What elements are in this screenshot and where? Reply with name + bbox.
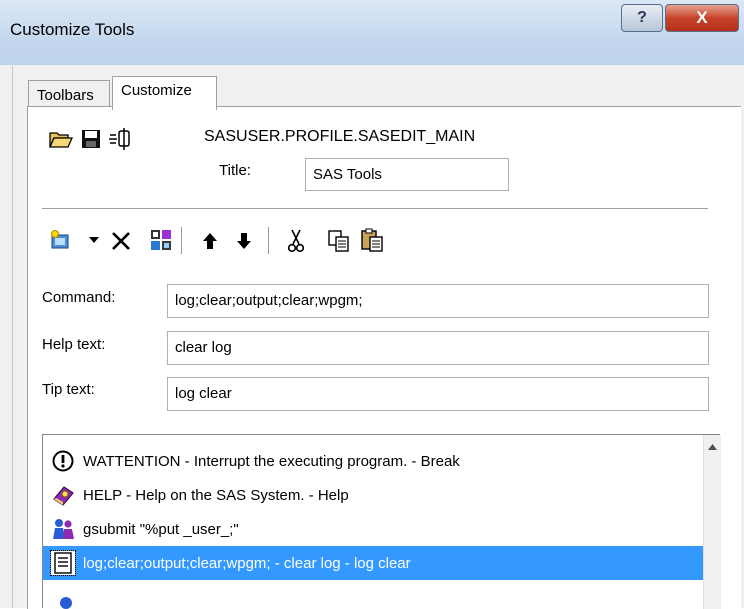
save-icon[interactable] [80, 128, 102, 150]
tools-listbox[interactable]: WATTENTION - Interrupt the executing pro… [42, 434, 721, 609]
chevron-down-icon[interactable] [87, 232, 101, 248]
list-item-label: gsubmit "%put _user_;" [83, 520, 239, 538]
help-text-field[interactable]: clear log [167, 331, 709, 365]
tab-customize[interactable]: Customize [112, 76, 217, 110]
help-button[interactable]: ? [621, 4, 663, 32]
paste-icon[interactable] [359, 227, 385, 253]
icon-palette-icon[interactable] [149, 228, 173, 252]
copy-icon[interactable] [327, 229, 351, 253]
command-field[interactable]: log;clear;output;clear;wpgm; [167, 284, 709, 318]
help-text-label: Help text: [42, 336, 106, 353]
vertical-scrollbar[interactable] [703, 435, 721, 609]
title-label: Title: [219, 162, 251, 179]
list-item-label: log;clear;output;clear;wpgm; - clear log… [83, 554, 411, 572]
tab-toolbars[interactable]: Toolbars [28, 80, 110, 108]
catalog-path: SASUSER.PROFILE.SASEDIT_MAIN [204, 128, 476, 145]
list-item-selected[interactable]: log;clear;output;clear;wpgm; - clear log… [43, 546, 703, 580]
tip-text-field[interactable]: log clear [167, 377, 709, 411]
list-item[interactable]: HELP - Help on the SAS System. - Help [43, 478, 703, 512]
list-item-label: HELP - Help on the SAS System. - Help [83, 486, 349, 504]
list-item-partial[interactable] [55, 585, 77, 609]
open-folder-icon[interactable] [49, 128, 73, 150]
document-icon [50, 550, 76, 576]
list-item[interactable]: WATTENTION - Interrupt the executing pro… [43, 444, 703, 478]
list-item-label: WATTENTION - Interrupt the executing pro… [83, 452, 460, 470]
add-tool-icon[interactable] [48, 228, 72, 252]
cut-icon[interactable] [285, 228, 307, 254]
move-down-icon[interactable] [233, 229, 255, 253]
toolbar-separator [268, 227, 269, 254]
command-label: Command: [42, 289, 116, 306]
help-book-icon [51, 483, 75, 507]
tip-text-label: Tip text: [42, 381, 95, 398]
toolbar-separator [181, 227, 182, 254]
move-up-icon[interactable] [199, 229, 221, 253]
list-item[interactable]: gsubmit "%put _user_;" [43, 512, 703, 546]
dialog-title: Customize Tools [10, 20, 135, 39]
users-icon [51, 517, 75, 541]
attention-icon [51, 449, 75, 473]
section-divider [42, 208, 708, 209]
scroll-up-icon[interactable] [706, 441, 719, 453]
delete-icon[interactable] [109, 229, 133, 253]
close-button[interactable]: X [665, 4, 739, 32]
title-field[interactable]: SAS Tools [305, 158, 509, 191]
tool-properties-icon[interactable] [107, 127, 133, 151]
